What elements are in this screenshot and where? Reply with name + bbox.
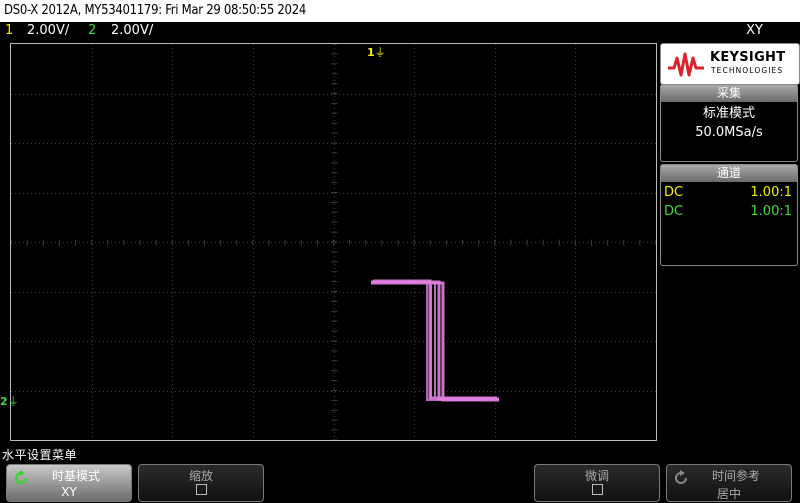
ch1-marker-label: 1	[367, 46, 375, 59]
channel-scale-bar: 1 2.00V/ 2 2.00V/ XY	[0, 22, 800, 41]
zoom-button[interactable]: 缩放	[138, 464, 264, 502]
acquire-header: 采集	[661, 85, 797, 102]
zoom-label: 缩放	[188, 469, 213, 483]
brand-sub: TECHNOLOGIES	[711, 66, 784, 75]
ch1-coupling: DC	[664, 185, 684, 200]
time-reference-label: 时间参考	[711, 469, 760, 483]
ch2-row: DC 1.00:1	[661, 202, 797, 221]
time-reference-value: 居中	[716, 487, 741, 501]
ch1-scale[interactable]: 2.00V/	[27, 23, 69, 38]
title-bar: DS0-X 2012A, MY53401179: Fri Mar 29 08:5…	[0, 0, 800, 22]
acquire-mode: 标准模式	[702, 106, 755, 121]
menu-title: 水平设置菜单	[2, 448, 78, 462]
ch2-marker-label: 2	[0, 395, 8, 408]
channel-panel[interactable]: 通道 DC 1.00:1 DC 1.00:1	[660, 164, 798, 266]
ch1-row: DC 1.00:1	[661, 183, 797, 202]
sample-rate: 50.0MSa/s	[695, 125, 763, 140]
channel-header: 通道	[661, 165, 797, 182]
acquire-panel[interactable]: 采集 标准模式 50.0MSa/s	[660, 84, 798, 162]
timebase-mode-button[interactable]: 时基模式 XY	[6, 464, 132, 502]
ch2-ground-marker[interactable]: 2⏚	[0, 393, 19, 409]
zoom-checkbox[interactable]	[195, 484, 207, 495]
waveform-display[interactable]	[10, 43, 657, 441]
fine-adjust-checkbox[interactable]	[591, 484, 603, 495]
ch1-number[interactable]: 1	[5, 23, 13, 38]
keysight-logo: KEYSIGHT TECHNOLOGIES	[660, 43, 800, 85]
brand-name: KEYSIGHT	[710, 50, 786, 65]
device-title: DS0-X 2012A, MY53401179: Fri Mar 29 08:5…	[4, 3, 306, 18]
ch1-probe-ratio: 1.00:1	[750, 185, 792, 200]
keysight-wave-icon	[668, 52, 704, 77]
time-mode-label: XY	[746, 23, 763, 38]
ch1-ground-marker[interactable]: 1⏚	[367, 44, 386, 60]
timebase-mode-label: 时基模式	[51, 469, 100, 483]
graticule	[11, 44, 656, 440]
ch2-scale[interactable]: 2.00V/	[111, 23, 153, 38]
ch2-number[interactable]: 2	[88, 23, 96, 38]
time-reference-button[interactable]: 时间参考 居中	[666, 464, 792, 502]
timebase-mode-value: XY	[61, 485, 77, 499]
fine-adjust-label: 微调	[584, 469, 609, 483]
ch2-probe-ratio: 1.00:1	[750, 204, 792, 219]
fine-adjust-button[interactable]: 微调	[534, 464, 660, 502]
ch2-coupling: DC	[664, 204, 684, 219]
